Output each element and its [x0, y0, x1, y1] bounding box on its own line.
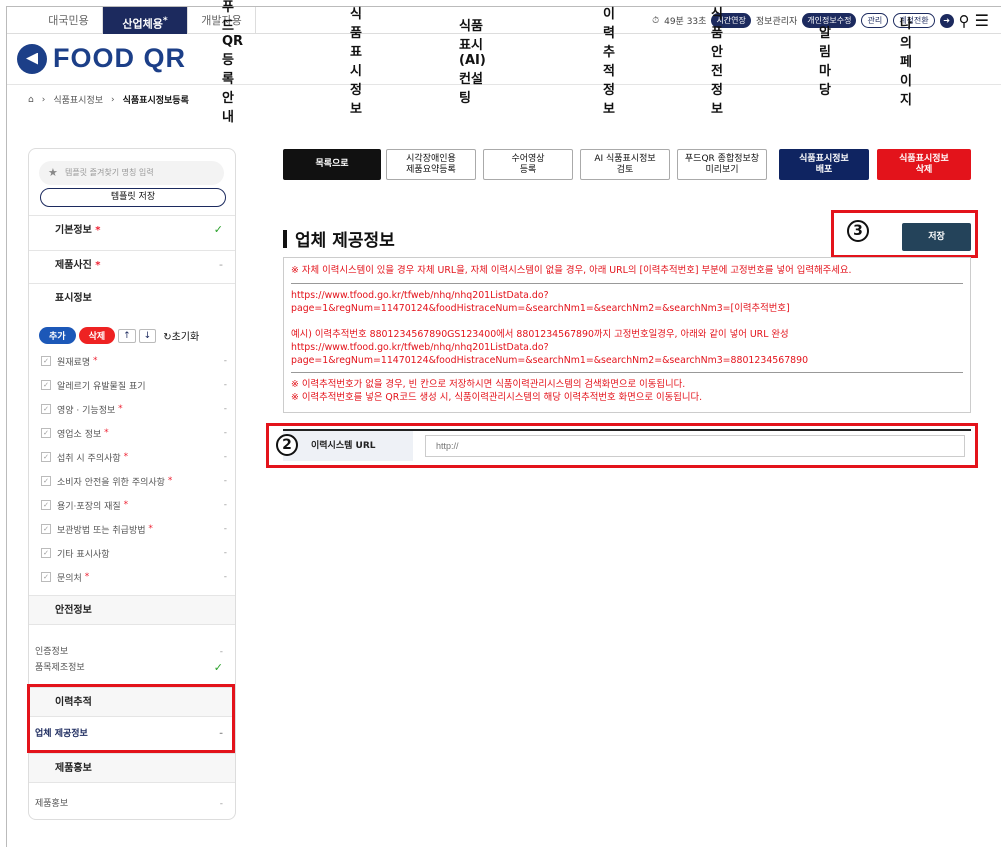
menu-safety[interactable]: 식품안전정보: [711, 3, 723, 117]
home-icon[interactable]: ⌂: [28, 95, 34, 105]
move-up-button[interactable]: ↑: [118, 328, 136, 343]
ai-review-button[interactable]: AI 식품표시정보 검토: [580, 149, 670, 180]
label-item[interactable]: ✓ 문의처 * -: [41, 565, 227, 589]
menu-mypage[interactable]: 나의페이지: [900, 13, 912, 108]
site-logo[interactable]: FOOD QR: [17, 43, 186, 74]
star-icon: ★: [48, 166, 58, 179]
tab-industry[interactable]: 산업체용*: [103, 7, 188, 34]
highlight-box-trace: [27, 684, 235, 753]
menu-qr-guide[interactable]: 푸드QR등록안내: [222, 0, 243, 125]
sidebar-item-label-info[interactable]: 표시정보: [29, 283, 235, 313]
menu-trace[interactable]: 이력추적정보: [603, 3, 615, 117]
sidebar-item-product-photo[interactable]: 제품사진 * -: [29, 250, 235, 280]
sidebar-item-mfg[interactable]: 품목제조정보 ✓: [35, 657, 229, 679]
logo-text: FOOD QR: [53, 43, 186, 73]
annotation-number-2: 2: [276, 434, 298, 456]
label-item[interactable]: ✓ 영양 · 기능정보 * -: [41, 397, 227, 421]
sidebar-section-safety[interactable]: 안전정보: [29, 595, 235, 625]
label-item[interactable]: ✓ 기타 표시사항 -: [41, 541, 227, 565]
page-title: 업체 제공정보: [283, 226, 395, 251]
breadcrumb-current: 식품표시정보등록: [122, 96, 189, 106]
note-line: ※ 이력추적번호를 넣은 QR코드 생성 시, 식품이력관리시스템의 해당 이력…: [291, 392, 703, 403]
label-item[interactable]: ✓ 알레르기 유발물질 표기 -: [41, 373, 227, 397]
search-icon[interactable]: ⚲: [959, 12, 970, 30]
tab-public[interactable]: 대국민용: [35, 7, 103, 34]
instruction-box: ※ 자체 이력시스템이 있을 경우 자체 URL을, 자체 이력시스템이 없을 …: [283, 257, 971, 413]
highlight-box-url: [266, 423, 978, 468]
preview-button[interactable]: 푸드QR 종합정보창 미리보기: [677, 149, 767, 180]
add-button[interactable]: 추가: [39, 327, 76, 344]
label-item[interactable]: ✓ 소비자 안전을 위한 주의사항 * -: [41, 469, 227, 493]
breadcrumb-item[interactable]: 식품표시정보: [53, 93, 103, 106]
note-line: ※ 자체 이력시스템이 있을 경우 자체 URL을, 자체 이력시스템이 없을 …: [291, 265, 852, 276]
menu-food-label[interactable]: 식품표시정보: [350, 3, 362, 117]
logout-icon[interactable]: ➜: [939, 13, 954, 28]
global-nav: FOOD QR 푸드QR등록안내 식품표시정보 식품표시(AI)컨설팅 이력추적…: [7, 0, 1001, 125]
user-role: 정보관리자: [755, 17, 798, 27]
clock-icon: ⏱: [652, 15, 660, 26]
note-line: https://www.tfood.go.kr/tfweb/nhq/nhq201…: [291, 290, 549, 301]
menu-notice[interactable]: 알림마당: [819, 22, 831, 98]
label-item[interactable]: ✓ 용기·포장의 재질 * -: [41, 493, 227, 517]
check-icon: ✓: [213, 661, 223, 674]
template-search-input[interactable]: ★ 템플릿 즐겨찾기 명칭 입력: [39, 161, 224, 185]
label-item[interactable]: ✓ 원재료명 * -: [41, 349, 227, 373]
breadcrumb: ⌂ › 식품표시정보 › 식품표시정보등록: [28, 93, 189, 107]
sidebar-item-basic-info[interactable]: 기본정보 * ✓: [29, 215, 235, 245]
session-timer: 49분 33초: [664, 17, 707, 27]
note-line: page=1&regNum=11470124&foodHistraceNum=&…: [291, 355, 809, 366]
template-save-button[interactable]: 템플릿 저장: [40, 188, 226, 207]
delete-label-button[interactable]: 식품표시정보 삭제: [877, 149, 971, 180]
admin-button[interactable]: 관리: [861, 13, 889, 28]
save-button[interactable]: 저장: [902, 223, 971, 251]
list-controls: 추가 삭제 ↑ ↓ ↻초기화: [39, 327, 199, 344]
move-down-button[interactable]: ↓: [138, 328, 157, 343]
note-line: ※ 이력추적번호가 없을 경우, 빈 칸으로 저장하시면 식품이력관리시스템의 …: [291, 379, 686, 390]
label-item[interactable]: ✓ 영업소 정보 * -: [41, 421, 227, 445]
visual-summary-button[interactable]: 시각장애인용 제품요약등록: [386, 149, 476, 180]
reset-button[interactable]: ↻초기화: [163, 328, 199, 343]
audience-bar: 대국민용 산업체용* 개발자용 ⏱ 49분 33초 시간연장 정보관리자 개인정…: [7, 7, 1001, 34]
sidebar-section-promo[interactable]: 제품홍보: [29, 753, 235, 783]
label-item[interactable]: ✓ 보관방법 또는 취급방법 * -: [41, 517, 227, 541]
delete-button[interactable]: 삭제: [78, 327, 116, 344]
back-to-list-button[interactable]: 목록으로: [283, 149, 381, 180]
note-line: 예시) 이력추적번호 8801234567890GS123400에서 88012…: [291, 329, 789, 340]
note-line: page=1&regNum=11470124&foodHistraceNum=&…: [291, 303, 790, 314]
sidebar-item-promo[interactable]: 제품홍보 -: [35, 793, 229, 815]
sign-video-button[interactable]: 수어영상 등록: [483, 149, 573, 180]
check-icon: ✓: [213, 223, 223, 236]
label-item[interactable]: ✓ 섭취 시 주의사항 * -: [41, 445, 227, 469]
menu-ai-consulting[interactable]: 식품표시(AI)컨설팅: [459, 15, 486, 106]
note-line: https://www.tfood.go.kr/tfweb/nhq/nhq201…: [291, 342, 549, 353]
menu-icon[interactable]: ☰: [975, 11, 989, 30]
annotation-number-3: 3: [847, 220, 869, 242]
deploy-button[interactable]: 식품표시정보 배포: [779, 149, 869, 180]
logo-icon: [17, 43, 47, 74]
